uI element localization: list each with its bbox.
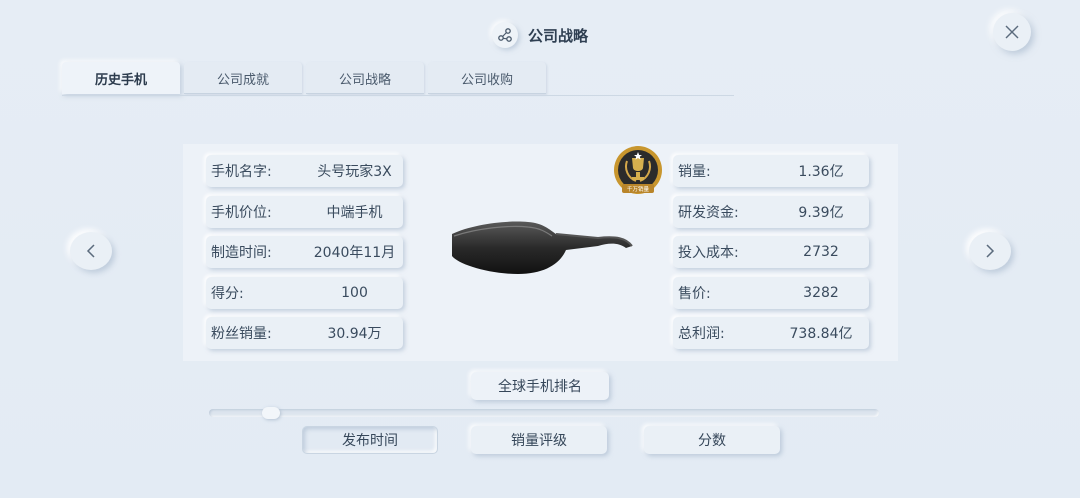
field-manufacture-time: 制造时间: 2040年11月 xyxy=(206,236,403,268)
tab-history-phones[interactable]: 历史手机 xyxy=(62,62,180,94)
field-value: 头号玩家3X xyxy=(317,164,392,180)
field-label: 制造时间: xyxy=(211,245,272,261)
network-icon xyxy=(491,22,518,48)
field-value: 1.36亿 xyxy=(798,164,844,180)
field-score: 得分: 100 xyxy=(206,277,403,309)
field-value: 738.84亿 xyxy=(789,326,853,342)
tab-achievements[interactable]: 公司成就 xyxy=(184,62,302,94)
field-label: 粉丝销量: xyxy=(211,326,272,342)
badge-text: 千万销量 xyxy=(627,185,650,193)
phone-list-scrollbar[interactable] xyxy=(209,407,879,419)
sort-by-release-time-button[interactable]: 发布时间 xyxy=(302,426,438,454)
global-ranking-button[interactable]: 全球手机排名 xyxy=(471,372,609,400)
sort-by-sales-rating-button[interactable]: 销量评级 xyxy=(471,426,607,454)
field-label: 得分: xyxy=(211,286,244,302)
field-value: 3282 xyxy=(803,285,839,301)
header: 公司战略 xyxy=(0,20,1080,50)
field-value: 9.39亿 xyxy=(798,205,844,221)
chevron-right-icon xyxy=(986,244,995,258)
field-label: 投入成本: xyxy=(678,245,739,261)
field-label: 研发资金: xyxy=(678,205,739,221)
field-value: 2732 xyxy=(803,244,839,260)
field-value: 30.94万 xyxy=(327,326,382,342)
tab-acquisition[interactable]: 公司收购 xyxy=(428,62,546,94)
field-value: 中端手机 xyxy=(326,205,383,221)
field-price: 售价: 3282 xyxy=(673,277,869,309)
field-sales: 销量: 1.36亿 xyxy=(673,155,869,187)
field-total-profit: 总利润: 738.84亿 xyxy=(673,317,869,349)
field-label: 总利润: xyxy=(678,326,725,342)
trophy-badge-icon: 千万销量 xyxy=(614,146,662,194)
scrollbar-thumb[interactable] xyxy=(262,407,280,419)
field-phone-name: 手机名字: 头号玩家3X xyxy=(206,155,403,187)
field-label: 售价: xyxy=(678,286,711,302)
field-label: 手机价位: xyxy=(211,205,272,221)
field-fan-sales: 粉丝销量: 30.94万 xyxy=(206,317,403,349)
tab-bar: 历史手机 公司成就 公司战略 公司收购 xyxy=(62,62,546,94)
phone-product-image xyxy=(452,221,633,274)
field-input-cost: 投入成本: 2732 xyxy=(673,236,869,268)
close-button[interactable] xyxy=(993,13,1031,51)
page-title: 公司战略 xyxy=(527,26,588,45)
next-button[interactable] xyxy=(969,232,1011,270)
field-rd-funds: 研发资金: 9.39亿 xyxy=(673,196,869,228)
sort-by-score-button[interactable]: 分数 xyxy=(644,426,780,454)
field-value: 2040年11月 xyxy=(313,245,396,261)
field-value: 100 xyxy=(341,285,368,301)
prev-button[interactable] xyxy=(70,232,112,270)
tab-divider xyxy=(62,95,734,96)
tab-strategy[interactable]: 公司战略 xyxy=(306,62,424,94)
field-label: 销量: xyxy=(678,164,711,180)
close-icon xyxy=(1005,25,1019,39)
chevron-left-icon xyxy=(86,244,95,258)
field-price-tier: 手机价位: 中端手机 xyxy=(206,196,403,228)
field-label: 手机名字: xyxy=(211,164,272,180)
